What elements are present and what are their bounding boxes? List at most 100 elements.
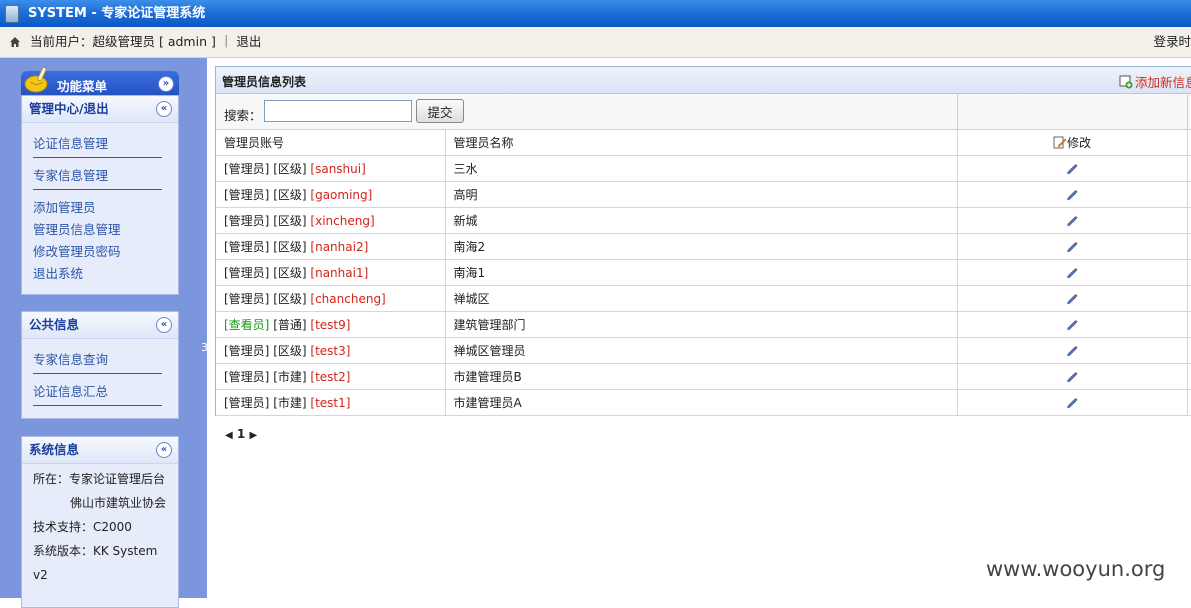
- window-title-bar: SYSTEM - 专家论证管理系统: [0, 0, 1191, 27]
- panel-system-info-header: 系统信息 «: [22, 437, 178, 464]
- role-tag: [查看员]: [224, 318, 270, 332]
- pencil-edit-icon[interactable]: [1066, 214, 1078, 226]
- add-new-info-link[interactable]: 添加新信息: [1119, 72, 1191, 91]
- column-divider: [1187, 94, 1188, 129]
- search-input[interactable]: [264, 100, 412, 122]
- panel-public-info-header: 公共信息 «: [22, 312, 178, 339]
- broom-icon: [24, 67, 48, 93]
- menu-item-argument-summary[interactable]: 论证信息汇总: [33, 381, 178, 400]
- collapse-panel-public-button[interactable]: «: [156, 317, 172, 333]
- sidebar: 功能菜单 » 管理中心/退出 « 论证信息管理 专家信息管理 添加管理员 管理员…: [0, 58, 208, 608]
- account-id: [nanhai2]: [310, 240, 369, 254]
- pencil-edit-icon[interactable]: [1066, 162, 1078, 174]
- menu-item-admin-info[interactable]: 管理员信息管理: [33, 219, 178, 238]
- search-row: 搜索： 提交: [216, 94, 1191, 130]
- level-tag: [区级]: [273, 344, 307, 358]
- extra-cell: [1187, 285, 1191, 312]
- role-tag: [管理员]: [224, 396, 270, 410]
- pencil-edit-icon[interactable]: [1066, 188, 1078, 200]
- collapse-panel-management-button[interactable]: «: [156, 101, 172, 117]
- table-row: [管理员] [区级] [sanshui] 三水: [216, 155, 1191, 182]
- function-menu-header: 功能菜单 »: [21, 67, 179, 96]
- menu-item-add-admin[interactable]: 添加管理员: [33, 197, 178, 216]
- admin-name-cell: 市建管理员B: [445, 363, 958, 390]
- panel-public-info-body: 专家信息查询 论证信息汇总: [22, 339, 178, 406]
- role-tag: [管理员]: [224, 292, 270, 306]
- extra-cell: [1187, 389, 1191, 416]
- admin-name-cell: 禅城区管理员: [445, 337, 958, 364]
- pencil-edit-icon[interactable]: [1066, 396, 1078, 408]
- account-cell: [管理员] [市建] [test2]: [216, 363, 446, 390]
- admin-name-cell: 市建管理员A: [445, 389, 958, 416]
- menu-separator: [33, 189, 162, 190]
- menu-separator: [33, 405, 162, 406]
- pagination: ◀ 1 ▶: [225, 427, 257, 441]
- prev-page-button[interactable]: ◀: [225, 430, 233, 441]
- level-tag: [区级]: [273, 292, 307, 306]
- account-cell: [管理员] [区级] [gaoming]: [216, 181, 446, 208]
- collapse-panel-system-button[interactable]: «: [156, 442, 172, 458]
- panel-management-title: 管理中心/退出: [29, 101, 109, 116]
- pencil-edit-icon[interactable]: [1066, 344, 1078, 356]
- next-page-button[interactable]: ▶: [249, 430, 257, 441]
- level-tag: [区级]: [273, 214, 307, 228]
- menu-item-change-password[interactable]: 修改管理员密码: [33, 241, 178, 260]
- account-id: [test3]: [310, 344, 351, 358]
- menu-item-expert-info[interactable]: 专家信息管理: [33, 165, 178, 184]
- login-time-label: 登录时: [1153, 34, 1191, 49]
- pencil-edit-icon[interactable]: [1066, 266, 1078, 278]
- add-new-info-label: 添加新信息: [1135, 75, 1191, 90]
- system-tech-support: 技术支持：C2000: [33, 520, 132, 534]
- account-cell: [管理员] [区级] [nanhai1]: [216, 259, 446, 286]
- column-header-name: 管理员名称: [445, 130, 958, 156]
- table-row: [管理员] [区级] [gaoming] 高明: [216, 181, 1191, 208]
- edit-cell: [957, 363, 1188, 390]
- pencil-edit-icon[interactable]: [1066, 318, 1078, 330]
- menu-separator: [33, 157, 162, 158]
- table-header-row: 管理员账号 管理员名称 修改: [216, 130, 1191, 156]
- level-tag: [区级]: [273, 162, 307, 176]
- role-tag: [管理员]: [224, 240, 270, 254]
- menu-separator: [33, 373, 162, 374]
- pencil-edit-icon[interactable]: [1066, 240, 1078, 252]
- system-location: 所在：专家论证管理后台: [33, 472, 166, 486]
- table-row: [管理员] [区级] [test3] 禅城区管理员: [216, 337, 1191, 364]
- watermark: www.wooyun.org: [986, 557, 1166, 581]
- admin-name-cell: 高明: [445, 181, 958, 208]
- extra-cell: [1187, 155, 1191, 182]
- home-icon: [10, 37, 20, 47]
- admin-name-cell: 南海1: [445, 259, 958, 286]
- account-cell: [管理员] [区级] [xincheng]: [216, 207, 446, 234]
- user-bar: 当前用户：超级管理员 [ admin ] ｜ 退出 登录时: [0, 27, 1191, 58]
- current-page-number[interactable]: 1: [237, 427, 245, 441]
- account-cell: [管理员] [区级] [test3]: [216, 337, 446, 364]
- pencil-edit-icon[interactable]: [1066, 292, 1078, 304]
- submit-button[interactable]: 提交: [416, 99, 464, 123]
- main-content: 管理员信息列表 添加新信息 搜索： 提交 管理员账号: [207, 58, 1191, 598]
- role-tag: [管理员]: [224, 188, 270, 202]
- table-row: [查看员] [普通] [test9] 建筑管理部门: [216, 311, 1191, 338]
- account-cell: [查看员] [普通] [test9]: [216, 311, 446, 338]
- account-id: [test1]: [310, 396, 351, 410]
- edit-cell: [957, 259, 1188, 286]
- menu-item-argument-info[interactable]: 论证信息管理: [33, 133, 178, 152]
- menu-item-exit-system[interactable]: 退出系统: [33, 263, 178, 282]
- level-tag: [区级]: [273, 266, 307, 280]
- account-cell: [管理员] [市建] [test1]: [216, 389, 446, 416]
- table-row: [管理员] [区级] [nanhai1] 南海1: [216, 259, 1191, 286]
- column-header-edit: 修改: [957, 130, 1188, 156]
- table-row: [管理员] [市建] [test1] 市建管理员A: [216, 389, 1191, 416]
- menu-item-expert-query[interactable]: 专家信息查询: [33, 349, 178, 368]
- pencil-edit-icon[interactable]: [1066, 370, 1078, 382]
- panel-system-info-body: 所在：专家论证管理后台 佛山市建筑业协会 技术支持：C2000 系统版本：KK …: [22, 464, 178, 587]
- collapse-menu-button[interactable]: »: [158, 76, 174, 92]
- admin-table: 管理员账号 管理员名称 修改 [管理员] [区级] [sanshui] 三水 [管理…: [216, 130, 1191, 416]
- edit-document-icon: [1053, 136, 1067, 149]
- column-header-edit-label: 修改: [1066, 136, 1091, 150]
- extra-cell: [1187, 233, 1191, 260]
- logout-link[interactable]: 退出: [236, 34, 261, 49]
- window-title: SYSTEM - 专家论证管理系统: [28, 6, 206, 21]
- current-user-text: 当前用户：超级管理员 [ admin ] ｜: [30, 34, 233, 49]
- account-id: [test2]: [310, 370, 351, 384]
- add-icon: [1119, 75, 1133, 89]
